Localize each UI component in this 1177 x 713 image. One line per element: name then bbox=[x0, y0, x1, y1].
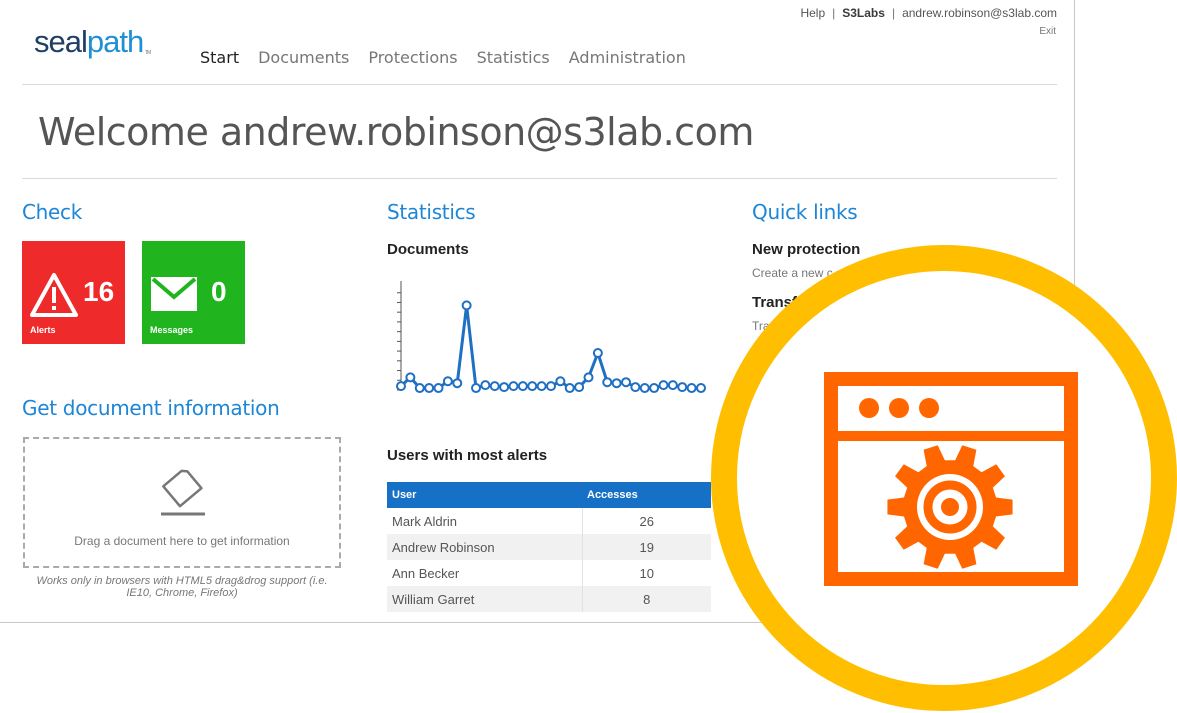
chart-point[interactable] bbox=[536, 381, 547, 392]
gear-hub bbox=[941, 498, 959, 516]
accesses-cell: 8 bbox=[582, 586, 711, 612]
table-row[interactable]: Ann Becker 10 bbox=[387, 560, 711, 586]
chart-point[interactable] bbox=[574, 382, 585, 393]
chart-point[interactable] bbox=[508, 381, 519, 392]
chart-point[interactable] bbox=[555, 376, 566, 387]
chart-point[interactable] bbox=[546, 381, 556, 392]
main-nav: Start Documents Protections Statistics A… bbox=[200, 48, 686, 67]
user-cell: Ann Becker bbox=[387, 560, 583, 586]
chart-point[interactable] bbox=[583, 372, 594, 383]
nav-protections[interactable]: Protections bbox=[368, 48, 457, 67]
chart-point[interactable] bbox=[433, 383, 444, 394]
alerts-label: Alerts bbox=[30, 325, 56, 335]
users-alerts-label: Users with most alerts bbox=[387, 447, 548, 464]
divider bbox=[22, 84, 1057, 85]
chart-point[interactable] bbox=[696, 383, 706, 394]
table-row[interactable]: William Garret 8 bbox=[387, 586, 711, 612]
envelope-icon bbox=[151, 277, 197, 311]
chart-point[interactable] bbox=[621, 377, 631, 388]
quick-links-title: Quick links bbox=[752, 200, 858, 224]
column-header-user[interactable]: User bbox=[387, 482, 582, 508]
chart-point[interactable] bbox=[405, 372, 416, 383]
chart-point[interactable] bbox=[424, 383, 435, 394]
chart-point[interactable] bbox=[649, 383, 660, 394]
document-drop-icon bbox=[161, 469, 205, 516]
alerts-tile[interactable]: 16 Alerts bbox=[22, 241, 125, 344]
chart-point[interactable] bbox=[677, 382, 688, 393]
accesses-cell: 10 bbox=[639, 565, 654, 581]
nav-administration[interactable]: Administration bbox=[569, 48, 686, 67]
check-title: Check bbox=[22, 200, 83, 224]
messages-tile[interactable]: 0 Messages bbox=[142, 241, 245, 344]
users-alerts-table: User Accesses Mark Aldrin 26 Andrew Robin… bbox=[387, 482, 711, 612]
chart-point[interactable] bbox=[667, 380, 678, 391]
dropzone-text: Drag a document here to get information bbox=[74, 534, 290, 548]
page-title: Welcome andrew.robinson@s3lab.com bbox=[38, 110, 754, 154]
chart-point[interactable] bbox=[564, 383, 575, 394]
messages-label: Messages bbox=[150, 325, 194, 335]
chart-point[interactable] bbox=[499, 382, 510, 393]
chart-point[interactable] bbox=[527, 381, 538, 392]
alerts-count: 16 bbox=[83, 276, 115, 307]
organization-link[interactable]: S3Labs bbox=[842, 6, 885, 20]
documents-label: Documents bbox=[387, 241, 469, 258]
logo-path-text: path bbox=[86, 24, 144, 59]
chart-point[interactable] bbox=[489, 381, 500, 392]
chart-point[interactable] bbox=[517, 381, 528, 392]
chart-point[interactable] bbox=[686, 383, 697, 394]
warning-icon bbox=[30, 273, 78, 317]
table-row[interactable]: Andrew Robinson 19 bbox=[387, 534, 711, 560]
user-cell: Mark Aldrin bbox=[387, 508, 583, 534]
help-link[interactable]: Help bbox=[800, 6, 825, 20]
exit-link[interactable]: Exit bbox=[1039, 26, 1056, 37]
table-header-row: User Accesses bbox=[387, 482, 711, 508]
accesses-cell: 26 bbox=[639, 513, 654, 529]
documents-series-line bbox=[399, 305, 701, 391]
statistics-title: Statistics bbox=[387, 200, 476, 224]
browser-support-note: Works only in browsers with HTML5 drag&d… bbox=[36, 575, 328, 599]
chart-point[interactable] bbox=[414, 383, 425, 394]
chart-point[interactable] bbox=[452, 378, 463, 389]
logo-seal-text: seal bbox=[34, 24, 88, 59]
messages-count: 0 bbox=[211, 276, 227, 307]
document-dropzone[interactable]: Drag a document here to get information bbox=[23, 437, 341, 568]
table-row[interactable]: Mark Aldrin 26 bbox=[387, 508, 711, 534]
chart-point[interactable] bbox=[461, 300, 472, 311]
user-cell: William Garret bbox=[387, 586, 583, 612]
separator: | bbox=[832, 6, 836, 20]
nav-statistics[interactable]: Statistics bbox=[477, 48, 550, 67]
get-doc-title: Get document information bbox=[22, 396, 280, 420]
top-bar: Help | S3Labs | andrew.robinson@s3lab.com bbox=[800, 6, 1057, 20]
chart-point[interactable] bbox=[658, 380, 669, 391]
column-header-accesses[interactable]: Accesses bbox=[582, 482, 711, 508]
nav-documents[interactable]: Documents bbox=[258, 48, 349, 67]
accesses-cell: 19 bbox=[582, 534, 711, 560]
chart-point[interactable] bbox=[592, 348, 603, 359]
documents-chart bbox=[396, 281, 706, 394]
user-cell: Andrew Robinson bbox=[387, 534, 583, 560]
chart-point[interactable] bbox=[639, 383, 650, 394]
chart-point[interactable] bbox=[480, 380, 491, 391]
sealpath-logo[interactable]: sealpath TM bbox=[34, 24, 151, 60]
chart-point[interactable] bbox=[611, 378, 622, 389]
logo-tm: TM bbox=[144, 50, 151, 56]
chart-point[interactable] bbox=[471, 383, 481, 394]
nav-start[interactable]: Start bbox=[200, 48, 239, 67]
chart-point[interactable] bbox=[442, 376, 453, 387]
chart-point[interactable] bbox=[396, 381, 406, 392]
chart-point[interactable] bbox=[630, 382, 641, 393]
separator: | bbox=[891, 6, 896, 20]
settings-badge bbox=[711, 245, 1177, 711]
user-link[interactable]: andrew.robinson@s3lab.com bbox=[902, 6, 1057, 20]
divider bbox=[22, 178, 1057, 179]
chart-point[interactable] bbox=[602, 377, 613, 388]
